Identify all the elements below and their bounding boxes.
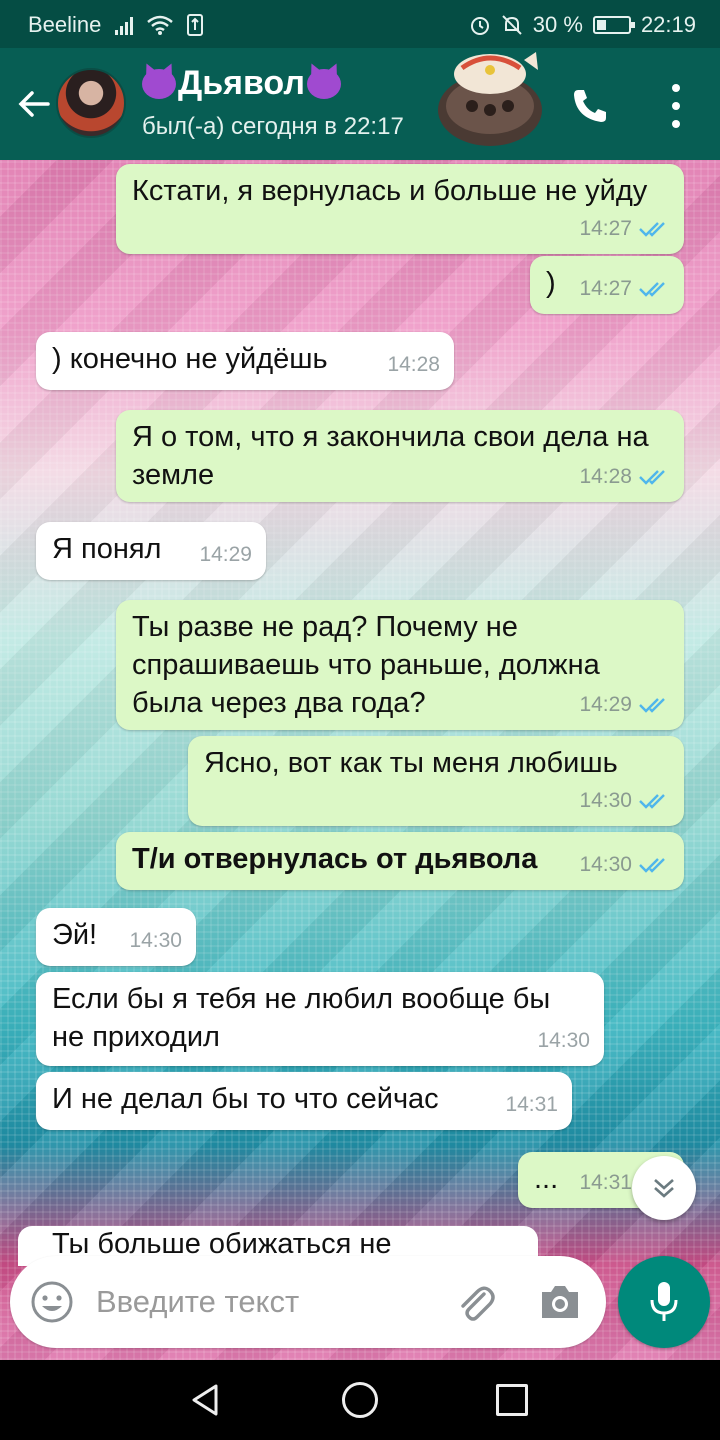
message-time: 14:30 bbox=[537, 1029, 590, 1052]
message-bubble[interactable]: Ясно, вот как ты меня любишь 14:30 bbox=[188, 736, 684, 826]
contact-info[interactable]: Дьявол был(-а) сегодня в 22:17 bbox=[142, 64, 404, 141]
camera-icon[interactable] bbox=[538, 1282, 582, 1322]
read-ticks-icon bbox=[639, 222, 665, 237]
status-bar: Beeline 30 % 22:19 bbox=[0, 0, 720, 48]
microphone-icon bbox=[650, 1282, 678, 1321]
battery-fill bbox=[596, 20, 606, 30]
devil-emoji-icon bbox=[306, 68, 341, 99]
message-time: 14:28 bbox=[387, 353, 440, 376]
chat-area[interactable]: Кстати, я вернулась и больше не уйду 14:… bbox=[0, 160, 720, 1360]
message-time: 14:31 bbox=[505, 1093, 558, 1116]
read-ticks-icon bbox=[639, 858, 665, 873]
back-arrow-icon[interactable] bbox=[14, 84, 54, 124]
message-text: Если бы я тебя не любил вообще бы не при… bbox=[52, 983, 551, 1053]
message-text: ) конечно не уйдёшь bbox=[52, 343, 328, 375]
battery-percent: 30 % bbox=[532, 12, 583, 37]
nav-back-icon[interactable] bbox=[188, 1382, 224, 1418]
status-time: 22:19 bbox=[640, 12, 696, 37]
contact-name: Дьявол bbox=[178, 64, 305, 102]
message-text: Кстати, я вернулась и больше не уйду bbox=[132, 175, 648, 207]
message-time: 14:31 bbox=[579, 1171, 632, 1194]
paperclip-icon[interactable] bbox=[452, 1280, 498, 1326]
message-bubble[interactable]: Т/и отвернулась от дьявола 14:30 bbox=[116, 832, 684, 890]
message-bubble[interactable]: ) 14:27 bbox=[530, 256, 684, 314]
read-ticks-icon bbox=[639, 698, 665, 713]
nav-recents-icon[interactable] bbox=[496, 1384, 528, 1416]
carrier-name: Beeline bbox=[28, 12, 102, 37]
chat-header: Дьявол был(-а) сегодня в 22:17 bbox=[0, 48, 720, 160]
sticker-decoration bbox=[438, 52, 542, 146]
message-bubble[interactable]: Если бы я тебя не любил вообще бы не при… bbox=[36, 972, 604, 1066]
scroll-to-bottom-button[interactable] bbox=[632, 1156, 696, 1220]
signal-icon bbox=[115, 15, 134, 35]
mute-bell-icon bbox=[502, 15, 522, 35]
message-bubble[interactable]: Ты разве не рад? Почему не спрашиваешь ч… bbox=[116, 600, 684, 730]
data-transfer-icon bbox=[187, 14, 204, 36]
message-bubble[interactable]: Эй! 14:30 bbox=[36, 908, 196, 966]
read-ticks-icon bbox=[639, 470, 665, 485]
message-time: 14:29 bbox=[199, 543, 252, 566]
wifi-icon bbox=[147, 15, 174, 35]
more-options-icon[interactable] bbox=[664, 84, 688, 128]
devil-emoji-icon bbox=[142, 68, 176, 99]
message-bubble[interactable]: Кстати, я вернулась и больше не уйду 14:… bbox=[116, 164, 684, 254]
message-time: 14:29 bbox=[579, 693, 632, 716]
nav-home-icon[interactable] bbox=[342, 1382, 378, 1418]
contact-avatar[interactable] bbox=[56, 68, 126, 138]
double-chevron-down-icon bbox=[654, 1179, 674, 1198]
read-ticks-icon bbox=[639, 282, 665, 297]
android-nav-bar bbox=[0, 1360, 720, 1440]
call-icon[interactable] bbox=[568, 84, 612, 128]
message-text: Ясно, вот как ты меня любишь bbox=[204, 747, 618, 779]
message-time: 14:28 bbox=[579, 465, 632, 488]
message-time: 14:27 bbox=[579, 277, 632, 300]
read-ticks-icon bbox=[639, 794, 665, 809]
message-time: 14:30 bbox=[579, 853, 632, 876]
message-time: 14:30 bbox=[129, 929, 182, 952]
message-input[interactable] bbox=[96, 1278, 436, 1326]
voice-message-button[interactable] bbox=[618, 1256, 710, 1348]
alarm-icon bbox=[470, 17, 489, 35]
message-text: И не делал бы то что сейчас bbox=[52, 1083, 439, 1115]
message-input-bar bbox=[10, 1256, 606, 1348]
message-time: 14:30 bbox=[579, 789, 632, 812]
message-bubble[interactable]: Я о том, что я закончила свои дела на зе… bbox=[116, 410, 684, 502]
message-bubble[interactable]: ) конечно не уйдёшь 14:28 bbox=[36, 332, 454, 390]
contact-name-row: Дьявол bbox=[142, 64, 404, 103]
emoji-icon[interactable] bbox=[30, 1280, 74, 1324]
last-seen-status: был(-а) сегодня в 22:17 bbox=[142, 113, 404, 140]
message-bubble[interactable]: Я понял 14:29 bbox=[36, 522, 266, 580]
message-time: 14:27 bbox=[579, 217, 632, 240]
battery-icon bbox=[592, 16, 635, 34]
message-bubble[interactable]: И не делал бы то что сейчас 14:31 bbox=[36, 1072, 572, 1130]
